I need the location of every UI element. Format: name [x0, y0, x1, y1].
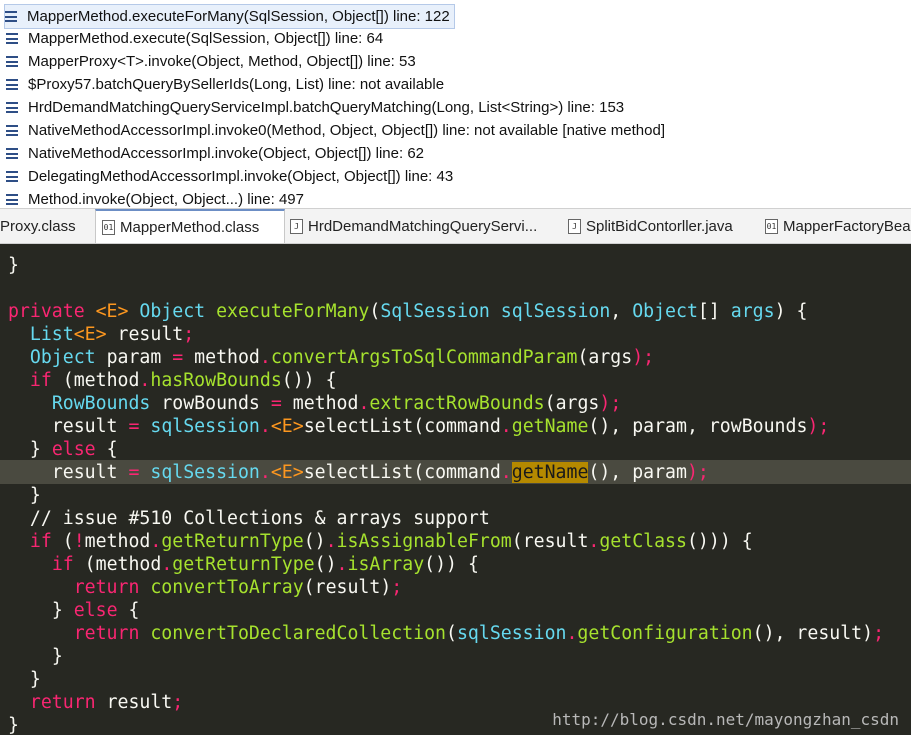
code-line: if (!method.getReturnType().isAssignable…	[29, 531, 753, 552]
stack-frame-label: $Proxy57.batchQueryBySellerIds(Long, Lis…	[28, 76, 445, 93]
stack-frame[interactable]: HrdDemandMatchingQueryServiceImpl.batchQ…	[6, 96, 624, 119]
code-line: return result;	[29, 692, 184, 713]
tab-mappermethod-class[interactable]: 01 MapperMethod.class	[95, 209, 285, 243]
tab-label: MapperFactoryBean	[783, 217, 911, 235]
code-line: if (method.getReturnType().isArray()) {	[51, 554, 479, 575]
code-line: RowBounds rowBounds = method.extractRowB…	[51, 393, 622, 414]
code-line: }	[51, 646, 63, 667]
code-line: }	[29, 669, 41, 690]
code-editor[interactable]: } private <E> Object executeForMany(SqlS…	[0, 244, 911, 735]
code-line: }	[29, 485, 41, 506]
stack-frame[interactable]: NativeMethodAccessorImpl.invoke(Object, …	[6, 142, 424, 165]
code-line: Object param = method.convertArgsToSqlCo…	[29, 347, 655, 368]
tab-splitbid-controller[interactable]: J SplitBidContorller.java	[568, 209, 753, 243]
tab-label: MapperMethod.class	[120, 218, 260, 236]
stack-frame-label: MapperProxy<T>.invoke(Object, Method, Ob…	[28, 53, 416, 70]
stack-frame[interactable]: MapperMethod.execute(SqlSession, Object[…	[6, 27, 383, 50]
java-file-icon: J	[290, 218, 303, 234]
stack-frame-label: MapperMethod.executeForMany(SqlSession, …	[27, 8, 450, 25]
java-file-icon: J	[568, 218, 581, 234]
stack-frame-label: NativeMethodAccessorImpl.invoke0(Method,…	[28, 122, 665, 139]
stack-frame-icon	[6, 125, 18, 136]
stack-frame-label: HrdDemandMatchingQueryServiceImpl.batchQ…	[28, 99, 625, 116]
stack-frame[interactable]: DelegatingMethodAccessorImpl.invoke(Obje…	[6, 165, 453, 188]
search-match-highlight: getName	[511, 462, 589, 483]
stack-frame-label: MapperMethod.execute(SqlSession, Object[…	[28, 30, 384, 47]
stack-frame-icon	[6, 56, 18, 67]
stack-frame-label: DelegatingMethodAccessorImpl.invoke(Obje…	[28, 168, 454, 185]
stack-frame-icon	[6, 171, 18, 182]
stack-frame[interactable]: Method.invoke(Object, Object...) line: 4…	[6, 188, 304, 208]
tab-mapperfactorybean[interactable]: 01 MapperFactoryBean	[765, 209, 911, 243]
editor-tab-bar: Proxy.class 01 MapperMethod.class J HrdDem…	[0, 208, 911, 244]
tab-hrd-service[interactable]: J HrdDemandMatchingQueryServi...	[290, 209, 550, 243]
stack-frame-label: NativeMethodAccessorImpl.invoke(Object, …	[28, 145, 424, 162]
tab-label: HrdDemandMatchingQueryServi...	[308, 217, 538, 235]
stack-frame[interactable]: NativeMethodAccessorImpl.invoke0(Method,…	[6, 119, 665, 142]
debug-stack-panel: MapperMethod.executeForMany(SqlSession, …	[0, 0, 911, 208]
tab-label: Proxy.class	[0, 217, 76, 235]
stack-frame-icon	[6, 79, 18, 90]
class-file-icon: 01	[102, 219, 115, 235]
code-line: List<E> result;	[29, 324, 195, 345]
code-line: // issue #510 Collections & arrays suppo…	[29, 508, 490, 529]
stack-frame-icon	[5, 11, 17, 22]
stack-frame[interactable]: MapperMethod.executeForMany(SqlSession, …	[4, 4, 455, 29]
code-line: private <E> Object executeForMany(SqlSes…	[8, 301, 808, 322]
stack-frame-icon	[6, 148, 18, 159]
stack-frame[interactable]: MapperProxy<T>.invoke(Object, Method, Ob…	[6, 50, 416, 73]
class-file-icon: 01	[765, 218, 778, 234]
stack-frame-label: Method.invoke(Object, Object...) line: 4…	[28, 191, 304, 208]
tab-proxy-class[interactable]: Proxy.class	[0, 209, 92, 243]
code-line: return convertToArray(result);	[73, 577, 403, 598]
code-line: }	[8, 255, 19, 276]
watermark: http://blog.csdn.net/mayongzhan_csdn	[552, 710, 899, 729]
code-line: return convertToDeclaredCollection(sqlSe…	[73, 623, 885, 644]
stack-frame[interactable]: $Proxy57.batchQueryBySellerIds(Long, Lis…	[6, 73, 444, 96]
code-line-current: result = sqlSession.<E>selectList(comman…	[51, 462, 709, 483]
code-line: } else {	[29, 439, 118, 460]
code-line: result = sqlSession.<E>selectList(comman…	[51, 416, 830, 437]
code-line: } else {	[51, 600, 140, 621]
stack-frame-icon	[6, 194, 18, 205]
code-line: if (method.hasRowBounds()) {	[29, 370, 337, 391]
code-line: }	[8, 715, 19, 735]
tab-label: SplitBidContorller.java	[586, 217, 733, 235]
stack-frame-icon	[6, 102, 18, 113]
stack-frame-icon	[6, 33, 18, 44]
